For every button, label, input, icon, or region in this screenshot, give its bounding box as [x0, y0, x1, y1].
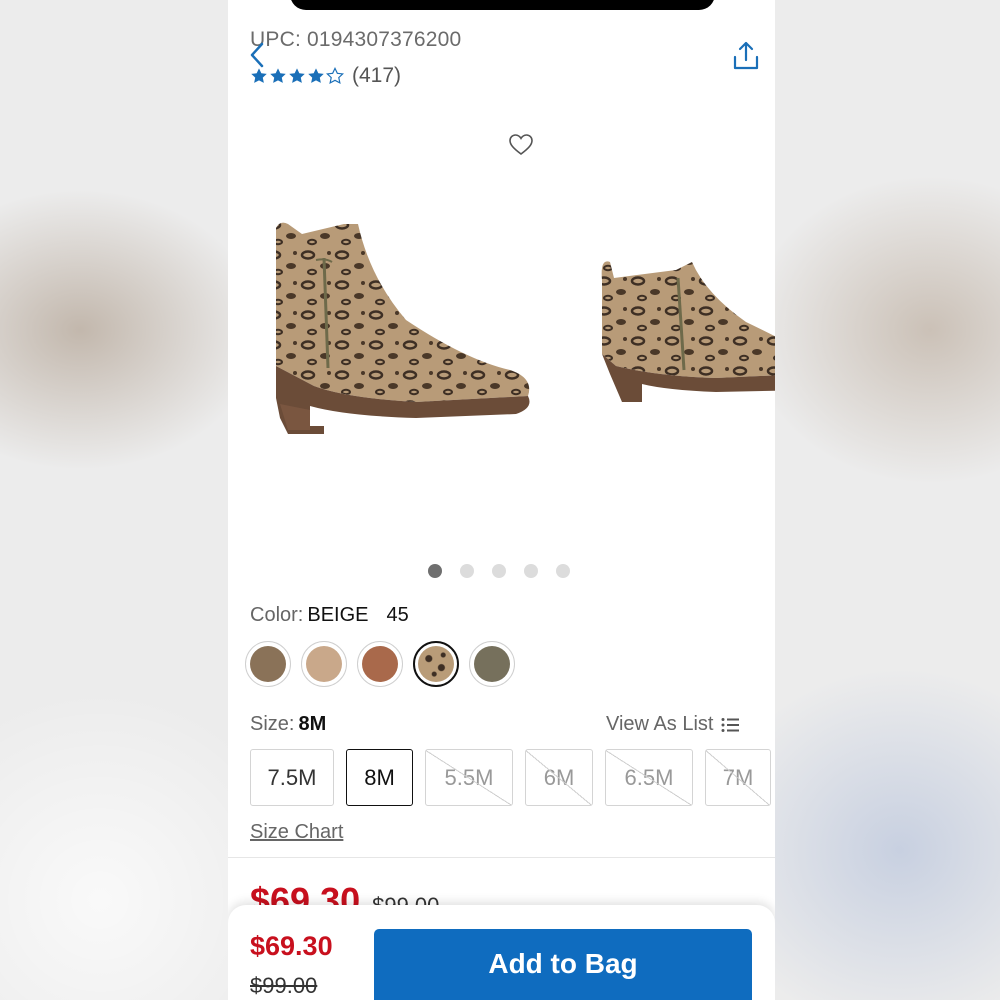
color-swatch-tan[interactable]	[301, 641, 347, 687]
size-selector-label: Size: 8M	[250, 713, 326, 736]
view-as-list-label: View As List	[606, 713, 714, 735]
view-as-list-button[interactable]: View As List	[606, 713, 740, 736]
phone-screen: UPC: 0194307376200 (417) Color: BEIGE 45…	[228, 0, 775, 1000]
color-value: BEIGE	[307, 604, 369, 626]
rating-stars	[250, 67, 344, 85]
color-swatches	[245, 641, 515, 687]
sticky-add-to-bag-bar: $69.30 $99.00 Add to Bag	[228, 905, 775, 1000]
size-option[interactable]: 6M	[525, 749, 593, 806]
heart-icon	[509, 134, 533, 156]
bar-sale-price: $69.30	[250, 931, 333, 961]
color-swatch-cognac[interactable]	[357, 641, 403, 687]
star-empty-icon	[326, 67, 344, 85]
star-filled-icon	[251, 68, 267, 83]
color-swatch-brown[interactable]	[245, 641, 291, 687]
size-option-label: 6.5M	[624, 764, 674, 790]
size-option-label: 7M	[722, 764, 754, 790]
star-filled-icon	[289, 68, 305, 83]
swatch-fill	[362, 646, 398, 682]
size-option-label: 8M	[364, 764, 395, 790]
gallery-pagination	[428, 564, 570, 578]
pagination-dot[interactable]	[428, 564, 442, 578]
color-label: Color:	[250, 604, 304, 626]
size-option[interactable]: 8M	[346, 749, 413, 806]
size-option[interactable]: 7M	[705, 749, 771, 806]
product-image-main	[276, 222, 530, 434]
swatch-fill	[418, 646, 454, 682]
divider	[228, 857, 775, 858]
pagination-dot[interactable]	[556, 564, 570, 578]
share-icon	[733, 41, 759, 70]
size-option[interactable]: 6.5M	[605, 749, 693, 806]
swatch-fill	[306, 646, 342, 682]
pagination-dot[interactable]	[460, 564, 474, 578]
add-to-bag-button[interactable]: Add to Bag	[374, 929, 752, 1000]
color-count: 45	[386, 604, 409, 626]
swatch-fill	[250, 646, 286, 682]
star-filled-icon	[308, 68, 324, 83]
bar-original-price: $99.00	[250, 973, 318, 998]
size-value: 8M	[298, 713, 327, 735]
color-selector-label: Color: BEIGE 45	[250, 604, 409, 627]
product-image-gallery[interactable]	[228, 170, 775, 550]
rating-count: (417)	[352, 64, 402, 87]
color-swatch-olive[interactable]	[469, 641, 515, 687]
size-label: Size:	[250, 713, 295, 735]
size-option-label: 5.5M	[444, 764, 494, 790]
product-rating[interactable]: (417)	[250, 64, 401, 88]
star-filled-icon	[270, 68, 286, 83]
list-icon	[721, 717, 740, 732]
favorite-button[interactable]	[508, 132, 534, 158]
size-chart-link[interactable]: Size Chart	[250, 821, 343, 844]
swatch-fill	[474, 646, 510, 682]
device-notch	[290, 0, 715, 10]
size-option[interactable]: 5.5M	[425, 749, 513, 806]
size-option-label: 7.5M	[267, 764, 317, 790]
color-swatch-leopard[interactable]	[413, 641, 459, 687]
size-option[interactable]: 7.5M	[250, 749, 334, 806]
pagination-dot[interactable]	[492, 564, 506, 578]
upc-label: UPC: 0194307376200	[250, 28, 462, 51]
size-option-label: 6M	[543, 764, 575, 790]
size-options: 7.5M 8M 5.5M 6M 6.5M 7M	[250, 749, 771, 806]
product-image-secondary	[601, 261, 775, 402]
pagination-dot[interactable]	[524, 564, 538, 578]
share-button[interactable]	[730, 40, 762, 72]
